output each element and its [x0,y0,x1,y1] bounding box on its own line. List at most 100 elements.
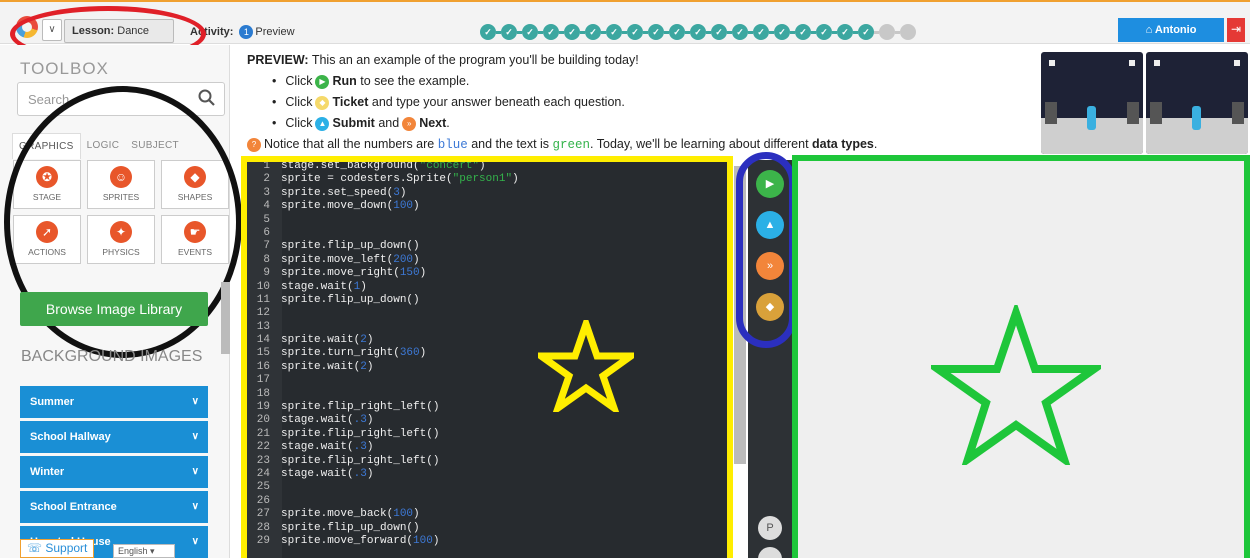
notice-line: ? Notice that all the numbers are blue an… [247,134,1037,156]
browse-image-library-button[interactable]: Browse Image Library [20,292,208,326]
notice-text: . [873,137,878,151]
progress-check-icon[interactable]: ✓ [564,24,580,40]
chevron-down-icon: ∨ [191,466,199,477]
sprite-figure [1192,106,1201,130]
blue-annotation-ring [736,152,796,348]
stage-light [1234,60,1240,66]
info-icon: ? [247,137,261,152]
progress-check-icon[interactable]: ✓ [711,24,727,40]
bg-item-label: Winter [30,466,65,478]
progress-check-icon[interactable]: ✓ [795,24,811,40]
progress-check-icon[interactable]: ✓ [606,24,622,40]
speaker [1232,102,1244,124]
step-text: Click [285,95,313,109]
language-select[interactable]: English ▾ [113,544,175,558]
progress-check-icon[interactable]: ✓ [690,24,706,40]
step-text: Click [285,116,313,130]
progress-check-icon[interactable]: ✓ [858,24,874,40]
progress-check-icon[interactable]: ✓ [501,24,517,40]
next-icon: » [402,116,417,131]
progress-tracker: ✓ ✓ ✓ ✓ ✓ ✓ ✓ ✓ ✓ ✓ ✓ ✓ ✓ ✓ ✓ ✓ ✓ ✓ ✓ [480,24,916,40]
step-bold: Ticket [332,95,369,109]
progress-check-icon[interactable]: ✓ [627,24,643,40]
support-label: Support [45,541,88,555]
p-button[interactable]: P [758,516,782,540]
speaker [1045,102,1057,124]
step-text: to see the example. [360,74,470,88]
ticket-icon: ◆ [315,95,330,110]
logout-icon[interactable]: ⇥ [1227,18,1245,42]
support-button[interactable]: ☏ Support [20,539,95,558]
speaker [1150,102,1162,124]
bg-item-label: School Entrance [30,501,117,513]
preview-text: This an an example of the program you'll… [311,53,639,67]
step-text: . [446,116,450,130]
step-bold: Run [332,74,357,88]
user-button[interactable]: ⌂ Antonio [1118,18,1224,42]
chevron-down-icon: ∨ [191,396,199,407]
progress-step-icon[interactable] [879,24,895,40]
user-name: Antonio [1154,24,1197,36]
chevron-down-icon: ∨ [191,501,199,512]
chevron-down-icon: ∨ [191,536,199,547]
activity-number: 1 [239,25,254,39]
bg-item-school-entrance[interactable]: School Entrance ∨ [20,491,208,523]
toolbox-scrollbar[interactable] [221,282,230,354]
example-thumbnail[interactable] [1146,52,1248,154]
progress-check-icon[interactable]: ✓ [480,24,496,40]
step-text: and type your answer beneath each questi… [371,95,625,109]
activity-name: Preview [255,25,295,38]
stage-light [1154,60,1160,66]
step-text: Click [285,74,313,88]
progress-check-icon[interactable]: ✓ [669,24,685,40]
home-icon: ⌂ [1145,24,1153,36]
progress-check-icon[interactable]: ✓ [774,24,790,40]
example-thumbnail[interactable] [1041,52,1143,154]
stage-light [1049,60,1055,66]
preview-line: PREVIEW: This an an example of the progr… [247,50,1037,71]
stage-light [1129,60,1135,66]
step-run: Click▶Run to see the example. [272,71,1037,92]
language-value: English [118,546,148,556]
bg-item-summer[interactable]: Summer ∨ [20,386,208,418]
step-text: and [378,116,400,130]
step-ticket: Click◆Ticket and type your answer beneat… [272,92,1037,113]
notice-bold: data types [812,137,874,151]
steps-list: Click▶Run to see the example. Click◆Tick… [247,71,1037,134]
step-bold: Submit [332,116,375,130]
background-images-title: BACKGROUND IMAGES [21,348,203,365]
progress-check-icon[interactable]: ✓ [522,24,538,40]
progress-check-icon[interactable]: ✓ [837,24,853,40]
instructions-panel: PREVIEW: This an an example of the progr… [247,50,1037,156]
progress-check-icon[interactable]: ✓ [732,24,748,40]
progress-check-icon[interactable]: ✓ [753,24,769,40]
support-icon: ☏ [27,541,43,555]
submit-icon: ▲ [315,116,330,131]
bg-item-label: Summer [30,396,75,408]
speaker [1127,102,1139,124]
progress-check-icon[interactable]: ✓ [543,24,559,40]
bg-item-label: School Hallway [30,431,111,443]
notice-text: and the text is [471,137,550,151]
yellow-annotation-frame [241,156,733,558]
progress-check-icon[interactable]: ✓ [585,24,601,40]
step-bold: Next [419,116,447,130]
progress-check-icon[interactable]: ✓ [648,24,664,40]
green-annotation-frame [792,155,1250,558]
bg-item-winter[interactable]: Winter ∨ [20,456,208,488]
preview-label: PREVIEW: [247,53,309,67]
notice-text: . Today, we'll be learning about differe… [590,137,809,151]
toolbox-title: TOOLBOX [20,59,109,78]
chevron-down-icon: ∨ [191,431,199,442]
bg-item-school-hallway[interactable]: School Hallway ∨ [20,421,208,453]
progress-check-icon[interactable]: ✓ [816,24,832,40]
step-submit: Click▲Submit and»Next. [272,113,1037,134]
notice-text: Notice that all the numbers are [264,137,435,151]
app-root: ∨ Lesson: Dance Steps Activity:1Preview … [0,0,1250,558]
run-icon: ▶ [315,74,330,89]
notice-blue-word: blue [437,138,468,152]
sprite-figure [1087,106,1096,130]
search-icon[interactable] [198,89,216,107]
notice-green-word: green [552,138,591,152]
progress-step-icon[interactable] [900,24,916,40]
